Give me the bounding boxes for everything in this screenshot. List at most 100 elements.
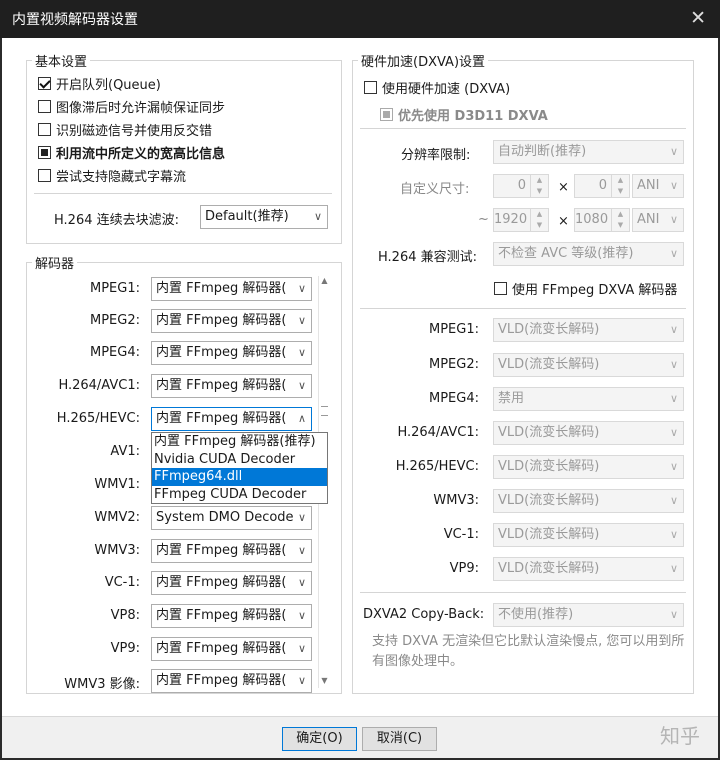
checkbox-queue-box[interactable] <box>38 77 51 90</box>
use-hw-checkbox[interactable]: 使用硬件加速 (DXVA) <box>364 78 510 97</box>
spinner-arrows-icon[interactable]: ▲ ▼ <box>530 209 548 231</box>
checkbox-hw-box[interactable] <box>364 81 377 94</box>
scroll-down-icon[interactable]: ▼ <box>319 676 330 688</box>
decoder-label: VC-1: <box>104 575 140 590</box>
spinner-arrows-icon[interactable]: ▲ ▼ <box>611 209 629 231</box>
times-sign-2: × <box>558 214 569 229</box>
decoder-select[interactable]: 内置 FFmpeg 解码器(∨ <box>151 374 312 398</box>
allow-drop-frames-checkbox[interactable]: 图像滞后时允许漏帧保证同步 <box>38 97 225 116</box>
hw-mode-select[interactable]: 禁用 ∨ <box>493 387 684 411</box>
hw-separator-3 <box>360 592 686 593</box>
compat-test-select[interactable]: 不检查 AVC 等级(推荐) ∨ <box>493 242 684 266</box>
decoder-select[interactable]: 内置 FFmpeg 解码器(∨ <box>151 341 312 365</box>
hw-mode-value: VLD(流变长解码) <box>498 357 600 372</box>
ffmpeg-dxva-checkbox[interactable]: 使用 FFmpeg DXVA 解码器 <box>494 279 677 298</box>
resolution-limit-select[interactable]: 自动判断(推荐) ∨ <box>493 140 684 164</box>
decoder-select[interactable]: System DMO Decoder ∨ <box>151 506 312 530</box>
decoder-label: MPEG1: <box>90 281 140 296</box>
hw-mode-select[interactable]: VLD(流变长解码) ∨ <box>493 421 684 445</box>
checkbox-ffmpeg-dxva-box[interactable] <box>494 282 507 295</box>
hw-mode-select[interactable]: VLD(流变长解码) ∨ <box>493 318 684 342</box>
close-icon[interactable]: ✕ <box>690 7 706 29</box>
drop-frames-label: 图像滞后时允许漏帧保证同步 <box>56 101 226 116</box>
decoder-select[interactable]: 内置 FFmpeg 解码器(∨ <box>151 309 312 333</box>
decoder-value: 内置 FFmpeg 解码器( <box>156 345 287 360</box>
chevron-down-icon: ∨ <box>665 456 683 478</box>
chevron-down-icon: ∨ <box>293 670 311 692</box>
checkbox-aspect-box[interactable] <box>38 146 51 159</box>
watermark-logo: 知乎 <box>660 724 700 748</box>
hw-separator-1 <box>360 128 686 129</box>
hw-mode-label: MPEG4: <box>429 391 479 406</box>
checkbox-cc-box[interactable] <box>38 169 51 182</box>
hw-mode-label: WMV3: <box>433 493 479 508</box>
decoder-select[interactable]: 内置 FFmpeg 解码器(∨ <box>151 669 312 693</box>
closed-caption-checkbox[interactable]: 尝试支持隐藏式字幕流 <box>38 166 186 185</box>
compat-test-value: 不检查 AVC 等级(推荐) <box>498 246 634 261</box>
max-width-spinner[interactable]: 1920 ▲ ▼ <box>493 208 549 232</box>
decoders-title: 解码器 <box>32 253 78 272</box>
times-sign: × <box>558 180 569 195</box>
decoder-value: 内置 FFmpeg 解码器( <box>156 411 287 426</box>
hevc-decoder-dropdown-list[interactable]: 内置 FFmpeg 解码器(推荐) Nvidia CUDA Decoder FF… <box>151 432 328 504</box>
hw-mode-select[interactable]: VLD(流变长解码) ∨ <box>493 523 684 547</box>
decoder-value: System DMO Decoder <box>156 510 299 525</box>
hw-mode-value: VLD(流变长解码) <box>498 425 600 440</box>
decoder-select[interactable]: 内置 FFmpeg 解码器(∨ <box>151 604 312 628</box>
hw-mode-select[interactable]: VLD(流变长解码) ∨ <box>493 455 684 479</box>
decoder-select[interactable]: 内置 FFmpeg 解码器(∨ <box>151 539 312 563</box>
min-width-spinner[interactable]: 0 ▲ ▼ <box>493 174 549 198</box>
min-unit-value: ANI <box>637 178 660 193</box>
chevron-down-icon: ∨ <box>665 604 683 626</box>
checkbox-drop-box[interactable] <box>38 100 51 113</box>
hw-mode-value: VLD(流变长解码) <box>498 527 600 542</box>
hw-mode-select[interactable]: VLD(流变长解码) ∨ <box>493 557 684 581</box>
dropdown-option-nvidia-cuda[interactable]: Nvidia CUDA Decoder <box>152 451 327 469</box>
chevron-down-icon: ∨ <box>665 558 683 580</box>
hw-mode-value: VLD(流变长解码) <box>498 322 600 337</box>
dropdown-option-ffmpeg64-dll[interactable]: FFmpeg64.dll <box>152 468 327 486</box>
prefer-d3d11-label: 优先使用 D3D11 DXVA <box>398 109 548 124</box>
custom-size-label: 自定义尺寸: <box>400 182 470 197</box>
hw-mode-select[interactable]: VLD(流变长解码) ∨ <box>493 489 684 513</box>
max-unit-select[interactable]: ANI ∨ <box>632 208 684 232</box>
hw-mode-value: VLD(流变长解码) <box>498 561 600 576</box>
chevron-down-icon: ∨ <box>293 375 311 397</box>
chevron-up-icon: ∧ <box>293 408 311 430</box>
decoder-select[interactable]: 内置 FFmpeg 解码器(∨ <box>151 277 312 301</box>
scroll-up-icon[interactable]: ▲ <box>319 276 330 288</box>
dropdown-option-ffmpeg-builtin[interactable]: 内置 FFmpeg 解码器(推荐) <box>152 433 327 451</box>
deblock-select[interactable]: Default(推荐) ∨ <box>200 205 328 229</box>
spinner-arrows-icon[interactable]: ▲ ▼ <box>530 175 548 197</box>
chevron-down-icon: ∨ <box>665 243 683 265</box>
spinner-arrows-icon[interactable]: ▲ ▼ <box>611 175 629 197</box>
chevron-down-icon: ∨ <box>293 572 311 594</box>
hw-mode-select[interactable]: VLD(流变长解码) ∨ <box>493 353 684 377</box>
cancel-button[interactable]: 取消(C) <box>362 727 437 751</box>
scroll-thumb[interactable] <box>321 406 328 416</box>
hw-mode-label: VC-1: <box>443 527 479 542</box>
queue-checkbox[interactable]: 开启队列(Queue) <box>38 74 161 93</box>
basic-settings-title: 基本设置 <box>32 51 91 70</box>
hw-mode-label: VP9: <box>449 561 479 576</box>
min-unit-select[interactable]: ANI ∨ <box>632 174 684 198</box>
decoder-select[interactable]: 内置 FFmpeg 解码器(∨ <box>151 571 312 595</box>
max-height-value: 1080 <box>575 212 609 227</box>
closed-caption-label: 尝试支持隐藏式字幕流 <box>56 170 187 185</box>
aspect-ratio-checkbox[interactable]: 利用流中所定义的宽高比信息 <box>38 143 225 162</box>
max-height-spinner[interactable]: 1080 ▲ ▼ <box>574 208 630 232</box>
decoder-select[interactable]: 内置 FFmpeg 解码器( ∧ <box>151 407 312 431</box>
resolution-limit-label: 分辨率限制: <box>401 148 471 163</box>
hw-accel-title: 硬件加速(DXVA)设置 <box>358 51 489 70</box>
min-height-spinner[interactable]: 0 ▲ ▼ <box>574 174 630 198</box>
copyback-select[interactable]: 不使用(推荐) ∨ <box>493 603 684 627</box>
deinterlace-checkbox[interactable]: 识别磁迹信号并使用反交错 <box>38 120 212 139</box>
checkbox-deinterlace-box[interactable] <box>38 123 51 136</box>
copyback-value: 不使用(推荐) <box>498 607 574 622</box>
decoder-label: WMV1: <box>94 477 140 492</box>
dropdown-option-ffmpeg-cuda[interactable]: FFmpeg CUDA Decoder <box>152 486 327 504</box>
decoder-select[interactable]: 内置 FFmpeg 解码器(∨ <box>151 637 312 661</box>
ok-button[interactable]: 确定(O) <box>282 727 357 751</box>
decoder-value: 内置 FFmpeg 解码器( <box>156 313 287 328</box>
chevron-down-icon: ∨ <box>293 507 311 529</box>
